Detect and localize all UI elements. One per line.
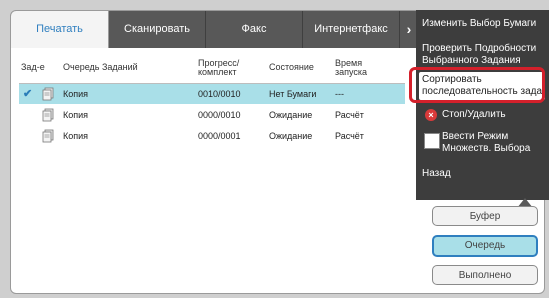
menu-back[interactable]: Назад bbox=[422, 168, 546, 180]
done-button[interactable]: Выполнено bbox=[432, 265, 538, 285]
row-progress: 0000/0010 bbox=[198, 110, 241, 120]
row-progress: 0010/0010 bbox=[198, 89, 241, 99]
col-time-line2: запуска bbox=[335, 67, 368, 77]
action-menu: Изменить Выбор Бумаги Проверить Подробно… bbox=[416, 10, 549, 200]
menu-check-details[interactable]: Проверить Подробности Выбранного Задания bbox=[422, 43, 546, 67]
col-progress: Прогресс/ комплект bbox=[198, 53, 239, 83]
highlight-frame bbox=[409, 67, 545, 103]
table-row[interactable]: ✔ Копия 0010/0010 Нет Бумаги --- bbox=[19, 84, 405, 104]
copy-job-icon bbox=[42, 108, 54, 122]
table-row[interactable]: Копия 0000/0001 Ожидание Расчёт bbox=[19, 126, 405, 146]
tab-print[interactable]: Печатать bbox=[11, 11, 109, 48]
row-name: Копия bbox=[63, 131, 89, 141]
tab-internet-fax[interactable]: Интернетфакс bbox=[303, 11, 400, 48]
menu-multi-select-line2: Множеств. Выбора bbox=[442, 143, 531, 154]
col-queue: Очередь Заданий bbox=[63, 62, 138, 73]
col-progress-line2: комплект bbox=[198, 67, 237, 77]
check-icon: ✔ bbox=[23, 88, 33, 100]
buffer-button[interactable]: Буфер bbox=[432, 206, 538, 226]
table-row[interactable]: Копия 0000/0010 Ожидание Расчёт bbox=[19, 105, 405, 125]
col-job: Зад-е bbox=[21, 62, 45, 73]
row-name: Копия bbox=[63, 110, 89, 120]
menu-multi-select[interactable]: Ввести Режим Множеств. Выбора bbox=[422, 131, 546, 161]
tab-scan[interactable]: Сканировать bbox=[109, 11, 206, 48]
row-progress: 0000/0001 bbox=[198, 131, 241, 141]
row-time: Расчёт bbox=[335, 110, 364, 120]
tab-fax[interactable]: Факс bbox=[206, 11, 303, 48]
row-status: Ожидание bbox=[269, 131, 313, 141]
row-status: Нет Бумаги bbox=[269, 89, 317, 99]
copy-job-icon bbox=[42, 87, 54, 101]
menu-check-details-line1: Проверить Подробности bbox=[422, 43, 537, 54]
menu-stop-delete-label: Стоп/Удалить bbox=[442, 109, 506, 120]
col-time: Время запуска bbox=[335, 53, 367, 83]
queue-button[interactable]: Очередь bbox=[432, 235, 538, 257]
menu-stop-delete[interactable]: × Стоп/Удалить bbox=[422, 109, 546, 123]
stop-icon: × bbox=[425, 109, 437, 121]
menu-multi-select-line1: Ввести Режим bbox=[442, 131, 509, 142]
col-status: Состояние bbox=[269, 62, 314, 73]
menu-change-paper[interactable]: Изменить Выбор Бумаги bbox=[422, 18, 546, 30]
row-status: Ожидание bbox=[269, 110, 313, 120]
row-name: Копия bbox=[63, 89, 89, 99]
menu-check-details-line2: Выбранного Задания bbox=[422, 55, 521, 66]
copy-job-icon bbox=[42, 129, 54, 143]
table-header: Зад-е Очередь Заданий Прогресс/ комплект… bbox=[19, 53, 405, 84]
row-time: --- bbox=[335, 89, 344, 99]
row-time: Расчёт bbox=[335, 131, 364, 141]
checkbox-icon bbox=[424, 133, 440, 149]
